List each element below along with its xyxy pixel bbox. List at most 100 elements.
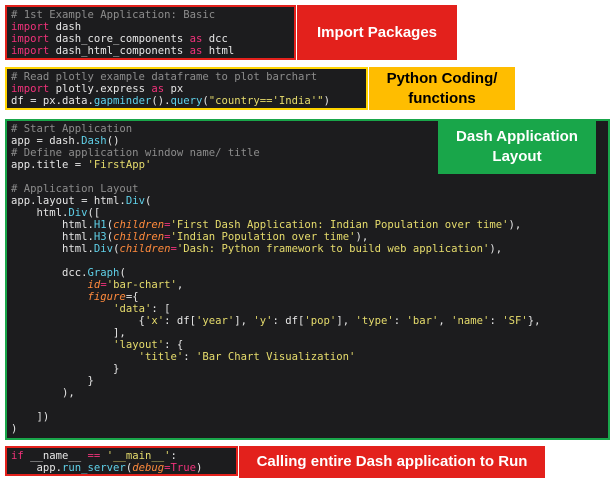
code-token: import [11, 21, 50, 33]
code-token: dcc. [11, 267, 88, 279]
code-token: Graph [87, 267, 120, 279]
code-token: df = px.data. [11, 95, 94, 107]
code-line: html.H1(children='First Dash Application… [11, 219, 604, 231]
code-token: '__main__' [106, 450, 171, 462]
code-token: # Application Layout [11, 183, 139, 195]
code-line: id='bar-chart', [11, 279, 604, 291]
code-token: 'data' [113, 303, 152, 315]
code-line: html.Div([ [11, 207, 604, 219]
code-token: id [87, 279, 101, 291]
code-token: , [438, 315, 452, 327]
code-token: ]) [11, 411, 50, 423]
code-token: html. [11, 207, 69, 219]
code-token: 'y' [253, 315, 273, 327]
code-token: import [11, 33, 50, 45]
code-token: ], [234, 315, 254, 327]
code-token: ( [119, 267, 126, 279]
code-line: html.Div(children='Dash: Python framewor… [11, 243, 604, 255]
code-line: import plotly.express as px [11, 83, 362, 95]
code-token: run_server [62, 462, 126, 474]
code-token: 'layout' [113, 339, 165, 351]
code-token: 'Dash: Python framework to build web app… [176, 243, 490, 255]
code-line: ​ [11, 399, 604, 411]
code-token: 'FirstApp' [87, 159, 152, 171]
code-token: : [393, 315, 407, 327]
label-dash-application-layout: Dash Application Layout [438, 120, 596, 174]
code-line: dcc.Graph( [11, 267, 604, 279]
code-token: query [170, 95, 203, 107]
code-token: # Start Application [11, 123, 133, 135]
code-line: # Read plotly example dataframe to plot … [11, 71, 362, 83]
code-token: ], [336, 315, 356, 327]
code-token: : df[ [164, 315, 196, 327]
code-line: # Application Layout [11, 183, 604, 195]
code-line: app.run_server(debug=True) [11, 462, 232, 474]
code-token: 'title' [138, 351, 184, 363]
code-token: ) [196, 462, 203, 474]
code-token: figure [87, 291, 126, 303]
code-token: children [119, 243, 171, 255]
code-token: # 1st Example Application: Basic [11, 9, 216, 21]
code-line: ​ [11, 255, 604, 267]
code-token: : [170, 450, 177, 462]
code-line: app.layout = html.Div( [11, 195, 604, 207]
label-dash-layout-line-1: Dash Application [456, 128, 578, 145]
code-token: children [113, 219, 165, 231]
code-token: ], [11, 327, 126, 339]
code-line: import dash [11, 21, 290, 33]
code-line: import dash_core_components as dcc [11, 33, 290, 45]
code-token: html. [11, 219, 94, 231]
code-token: __name__ [23, 450, 88, 462]
code-token: dash [49, 21, 82, 33]
code-token: dash_core_components [49, 33, 190, 45]
code-token: # Define application window name/ title [11, 147, 260, 159]
code-token: == [87, 450, 101, 462]
code-token: app.title = [11, 159, 88, 171]
code-line: ], [11, 327, 604, 339]
code-token: app = dash. [11, 135, 82, 147]
code-token: 'year' [195, 315, 235, 327]
code-token: 'Bar Chart Visualization' [195, 351, 356, 363]
code-token: as [189, 33, 203, 45]
code-line: figure={ [11, 291, 604, 303]
code-token: ), [508, 219, 522, 231]
code-token: as [151, 83, 165, 95]
code-block-run: if __name__ == '__main__': app.run_serve… [5, 446, 238, 476]
label-import-packages: Import Packages [297, 5, 457, 60]
code-token: : [489, 315, 503, 327]
code-token: html. [11, 243, 94, 255]
code-token: ) [323, 95, 330, 107]
code-token: { [11, 315, 145, 327]
code-token: 'pop' [304, 315, 337, 327]
code-token: plotly.express [49, 83, 152, 95]
code-token: : [183, 351, 196, 363]
label-dash-layout-line-2: Layout [492, 148, 542, 165]
code-token: : df[ [272, 315, 305, 327]
code-line: ), [11, 387, 604, 399]
code-token: True [170, 462, 196, 474]
code-line: ) [11, 423, 604, 435]
code-token: 'First Dash Application: Indian Populati… [170, 219, 509, 231]
label-import-packages-text: Import Packages [316, 23, 438, 41]
code-line: if __name__ == '__main__': [11, 450, 232, 462]
code-token: } [11, 363, 120, 375]
code-token: 'bar-chart' [106, 279, 177, 291]
label-calling-run-text: Calling entire Dash application to Run [256, 453, 528, 470]
code-token: ={ [125, 291, 139, 303]
code-token: () [106, 135, 120, 147]
code-token: app. [11, 462, 63, 474]
label-python-coding: Python Coding/ functions [369, 67, 515, 110]
code-token: if [11, 450, 24, 462]
code-token: as [189, 45, 203, 57]
code-token: } [11, 375, 94, 387]
code-token: children [113, 231, 165, 243]
code-token: 'SF' [502, 315, 528, 327]
code-token: Div [93, 243, 114, 255]
code-token: ), [489, 243, 503, 255]
code-token: debug [132, 462, 165, 474]
code-token: # Read plotly example dataframe to plot … [11, 71, 318, 83]
code-line: 'data': [ [11, 303, 604, 315]
